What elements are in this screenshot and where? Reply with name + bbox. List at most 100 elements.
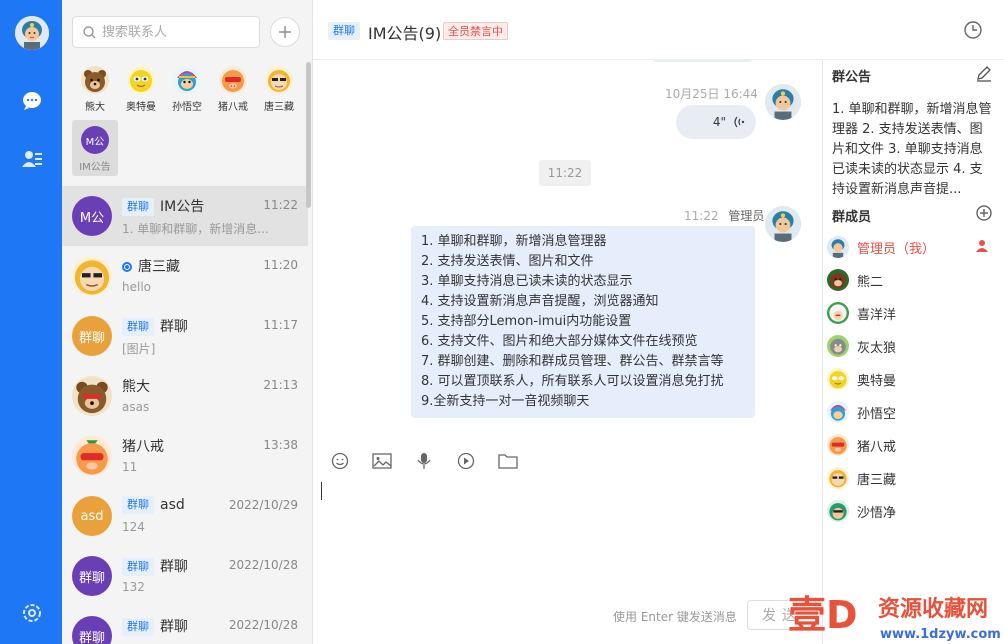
previous-bubble	[653, 60, 753, 62]
conversation-item[interactable]: M公 群聊 IM公告 11:22 1. 单聊和群聊，新增消息...	[62, 186, 308, 246]
group-avatar: 群聊	[72, 556, 112, 596]
watermark-url: www.1dzyw.com	[880, 627, 1001, 642]
chat-header: 群聊 IM公告(9) 全员禁言中	[313, 0, 1004, 60]
member-item[interactable]: 管理员（我）	[827, 235, 997, 259]
message-time: 11:22	[684, 209, 719, 223]
quick-contact-monkey[interactable]: 孙悟空	[164, 66, 210, 120]
message-line: 8. 可以置顶联系人，所有联系人可以设置消息免打扰	[421, 374, 724, 389]
member-name: 沙悟净	[857, 505, 897, 521]
conversation-item[interactable]: asd 群聊 asd 2022/10/29 124	[62, 486, 308, 546]
my-avatar[interactable]	[15, 16, 49, 50]
member-name: 唐三藏	[857, 472, 897, 488]
unread-dot-icon	[122, 262, 132, 272]
group-tag: 群聊	[122, 318, 154, 336]
contacts-scrollbar[interactable]	[306, 62, 311, 208]
conversation-list: M公 群聊 IM公告 11:22 1. 单聊和群聊，新增消息... 唐三藏 11:…	[62, 186, 308, 644]
quick-contact-monk[interactable]: 唐三藏	[256, 66, 302, 120]
member-item[interactable]: 灰太狼	[827, 334, 997, 358]
watermark-mark: 壹D	[788, 593, 858, 637]
contacts-nav-icon[interactable]	[19, 146, 45, 172]
sheep-avatar-icon	[827, 302, 849, 324]
add-contact-button[interactable]	[270, 17, 300, 47]
message-line: 7. 群聊创建、删除和群成员管理、群公告、群禁言等	[421, 354, 724, 369]
conversation-name: 群聊	[160, 319, 188, 335]
quick-contact-bear[interactable]: 熊大	[72, 66, 118, 120]
conversation-item[interactable]: 猪八戒 13:38 11	[62, 426, 308, 486]
bear-avatar-icon	[81, 66, 109, 94]
group-notice-text: 1. 单聊和群聊，新增消息管理器 2. 支持发送表情、图片和文件 3. 单聊支持…	[832, 102, 992, 196]
conversation-time: 2022/10/29	[228, 498, 298, 512]
conversation-preview: asas	[122, 400, 150, 414]
im-notice-avatar: M公	[72, 196, 112, 236]
member-item[interactable]: 孙悟空	[827, 400, 997, 424]
chat-title: IM公告(9)	[368, 24, 442, 43]
pig-avatar-icon	[72, 436, 112, 476]
messages-nav-icon[interactable]	[19, 88, 45, 114]
admin-avatar-icon	[827, 236, 849, 258]
member-item[interactable]: 沙悟净	[827, 499, 997, 523]
pig-avatar-icon	[827, 434, 849, 456]
conversation-time: 2022/10/28	[228, 558, 298, 572]
conversation-item[interactable]: 群聊 群聊 群聊 2022/10/28	[62, 606, 308, 644]
member-item[interactable]: 熊二	[827, 268, 997, 292]
conversation-name: 唐三藏	[138, 259, 180, 275]
quick-contact-pig[interactable]: 猪八戒	[210, 66, 256, 120]
edit-pencil-icon[interactable]	[975, 64, 993, 82]
add-member-icon[interactable]	[975, 204, 993, 222]
members-title: 群成员	[832, 210, 872, 225]
conversation-preview: hello	[122, 280, 151, 294]
group-tag: 群聊	[122, 496, 154, 514]
message-input[interactable]	[321, 482, 811, 592]
monk-avatar-icon	[265, 66, 293, 94]
chat-panel: 群聊 IM公告(9) 全员禁言中 10月25日 16:44 4" 11:22 1…	[312, 0, 1004, 644]
group-tag: 群聊	[122, 558, 154, 576]
conversation-name: 群聊	[160, 619, 188, 635]
conversation-name: 群聊	[160, 559, 188, 575]
message-line: 3. 单聊支持消息已读未读的状态显示	[421, 274, 633, 289]
conversation-time: 13:38	[263, 438, 298, 452]
folder-icon[interactable]	[497, 450, 519, 472]
video-play-icon[interactable]	[455, 450, 477, 472]
image-icon[interactable]	[371, 450, 393, 472]
site-watermark: 壹D 资源收藏网 www.1dzyw.com	[782, 586, 1004, 644]
admin-person-icon	[975, 239, 989, 253]
conversation-item[interactable]: 唐三藏 11:20 hello	[62, 246, 308, 306]
conversation-time: 2022/10/28	[228, 618, 298, 632]
group-avatar: asd	[72, 496, 112, 536]
watermark-name: 资源收藏网	[878, 596, 988, 622]
bear-avatar-icon	[72, 376, 112, 416]
conversation-item[interactable]: 群聊 群聊 群聊 11:17 [图片]	[62, 306, 308, 366]
member-item[interactable]: 奥特曼	[827, 367, 997, 391]
wolf-avatar-icon	[827, 335, 849, 357]
monk-avatar-icon	[72, 256, 112, 296]
conversation-time: 21:13	[263, 378, 298, 392]
settings-gear-icon[interactable]	[19, 600, 45, 626]
voice-wave-icon	[734, 116, 745, 128]
search-input[interactable]	[102, 24, 252, 40]
member-name: 管理员（我）	[857, 241, 936, 257]
message-line: 4. 支持设置新消息声音提醒，浏览器通知	[421, 294, 659, 309]
message-sender: 管理员	[728, 209, 765, 223]
mute-badge: 全员禁言中	[443, 22, 508, 40]
member-item[interactable]: 喜洋洋	[827, 301, 997, 325]
member-item[interactable]: 猪八戒	[827, 433, 997, 457]
group-tag: 群聊	[122, 618, 154, 636]
quick-contact-im-notice[interactable]: M公 IM公告	[72, 120, 118, 176]
quick-contact-ultraman[interactable]: 奥特曼	[118, 66, 164, 120]
member-name: 孙悟空	[857, 406, 897, 422]
group-avatar: 群聊	[72, 316, 112, 356]
conversation-item[interactable]: 群聊 群聊 群聊 2022/10/28 132	[62, 546, 308, 606]
search-icon	[83, 25, 96, 38]
member-item[interactable]: 唐三藏	[827, 466, 997, 490]
conversation-item[interactable]: 熊大 21:13 asas	[62, 366, 308, 426]
conversation-name: asd	[160, 497, 185, 513]
history-clock-icon[interactable]	[963, 20, 983, 40]
message-list: 10月25日 16:44 4" 11:22 11:22 管理员 1. 单聊和群聊…	[313, 60, 821, 440]
microphone-icon[interactable]	[413, 450, 435, 472]
voice-message[interactable]: 4"	[676, 105, 756, 139]
pig-avatar-icon	[219, 66, 247, 94]
member-name: 猪八戒	[857, 439, 897, 455]
conversation-preview: [图片]	[122, 342, 156, 356]
emoji-icon[interactable]	[329, 450, 351, 472]
text-message-bubble[interactable]: 1. 单聊和群聊，新增消息管理器 2. 支持发送表情、图片和文件 3. 单聊支持…	[411, 226, 755, 418]
